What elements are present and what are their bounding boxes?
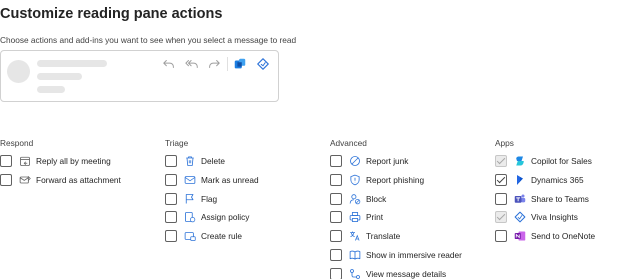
copilot-sales-icon: [516, 156, 524, 166]
apps-column: Copilot for Sales Dynamics 365 Share to …: [495, 154, 624, 248]
option-show-in-immersive-reader[interactable]: Show in immersive reader: [330, 248, 490, 267]
heading-apps: Apps: [495, 138, 514, 148]
option-label: Translate: [366, 231, 401, 242]
block-circle-icon: [350, 156, 360, 166]
option-label: Report junk: [366, 156, 409, 166]
immersive-reader-icon: [349, 250, 361, 260]
heading-respond: Respond: [0, 138, 34, 148]
toolbar-divider: [227, 57, 228, 71]
checkbox[interactable]: [165, 211, 177, 224]
option-label: Create rule: [201, 231, 243, 242]
option-label: Dynamics 365: [531, 174, 584, 185]
option-block[interactable]: Block: [330, 192, 490, 211]
teams-icon: [514, 194, 526, 203]
option-create-rule[interactable]: Create rule: [165, 229, 325, 248]
option-report-junk[interactable]: Report junk: [330, 154, 490, 173]
option-report-phishing[interactable]: Report phishing: [330, 173, 490, 192]
checkbox[interactable]: [330, 155, 342, 167]
checkbox-checked-disabled[interactable]: [495, 211, 507, 224]
option-dynamics-365[interactable]: Dynamics 365: [495, 173, 624, 192]
option-label: Print: [366, 212, 384, 223]
checkbox[interactable]: [330, 267, 342, 279]
reading-pane-preview: [0, 50, 279, 102]
subject-placeholder: [37, 73, 82, 80]
option-label: Share to Teams: [531, 193, 589, 204]
respond-column: Reply all by meeting Forward as attachme…: [0, 154, 160, 192]
trash-icon: [186, 156, 194, 166]
shield-icon: [350, 174, 360, 186]
page-subtitle: Choose actions and add-ins you want to s…: [0, 35, 297, 45]
checkbox-checked[interactable]: [495, 173, 507, 186]
reply-all-icon: [185, 60, 198, 68]
policy-icon: [185, 212, 196, 223]
option-share-to-teams[interactable]: Share to Teams: [495, 192, 624, 211]
option-label: Assign policy: [201, 212, 250, 223]
checkbox-checked-disabled[interactable]: [495, 155, 507, 167]
calendar-reply-icon: [20, 156, 30, 166]
block-person-icon: [349, 193, 361, 204]
checkbox[interactable]: [330, 248, 342, 261]
option-label: Show in immersive reader: [366, 249, 462, 260]
date-placeholder: [37, 86, 65, 93]
forward-icon: [209, 60, 220, 68]
onenote-icon: [514, 231, 526, 241]
printer-icon: [349, 212, 361, 223]
option-view-message-details[interactable]: View message details: [330, 267, 490, 279]
translate-icon: [350, 231, 360, 241]
option-label: Mark as unread: [201, 174, 259, 185]
option-delete[interactable]: Delete: [165, 154, 325, 173]
checkbox[interactable]: [495, 192, 507, 205]
sender-placeholder: [37, 60, 107, 67]
checkbox[interactable]: [165, 155, 177, 167]
teams-app-icon: [234, 58, 246, 69]
option-label: Delete: [201, 156, 225, 166]
heading-triage: Triage: [165, 138, 189, 148]
option-forward-as-attachment[interactable]: Forward as attachment: [0, 173, 160, 192]
flag-icon: [185, 193, 194, 204]
message-details-icon: [350, 268, 360, 279]
option-flag[interactable]: Flag: [165, 192, 325, 211]
undo-icon: [163, 60, 174, 68]
checkbox[interactable]: [0, 173, 12, 186]
checkbox[interactable]: [165, 192, 177, 205]
viva-insights-icon: [257, 58, 269, 70]
option-translate[interactable]: Translate: [330, 229, 490, 248]
rule-icon: [184, 232, 196, 242]
avatar-placeholder: [7, 60, 30, 83]
option-print[interactable]: Print: [330, 210, 490, 229]
checkbox[interactable]: [0, 155, 12, 167]
checkbox[interactable]: [330, 173, 342, 186]
viva-insights-icon: [514, 211, 526, 223]
option-send-to-onenote[interactable]: Send to OneNote: [495, 229, 624, 248]
option-viva-insights[interactable]: Viva Insights: [495, 210, 624, 229]
checkbox[interactable]: [330, 230, 342, 243]
option-assign-policy[interactable]: Assign policy: [165, 210, 325, 229]
envelope-icon: [184, 176, 196, 184]
advanced-column: Report junk Report phishing Block Print: [330, 154, 490, 279]
option-label: Reply all by meeting: [36, 156, 111, 166]
option-label: Report phishing: [366, 174, 425, 185]
option-label: Copilot for Sales: [531, 156, 592, 166]
checkbox[interactable]: [165, 230, 177, 243]
mail-attachment-icon: [19, 175, 31, 184]
checkbox[interactable]: [165, 173, 177, 186]
checkbox[interactable]: [495, 230, 507, 243]
option-label: Flag: [201, 193, 218, 204]
option-mark-as-unread[interactable]: Mark as unread: [165, 173, 325, 192]
option-label: Viva Insights: [531, 212, 578, 223]
dynamics-icon: [517, 174, 523, 185]
page-title: Customize reading pane actions: [0, 6, 223, 22]
option-label: View message details: [366, 268, 447, 279]
option-label: Send to OneNote: [531, 231, 596, 242]
option-reply-all-by-meeting[interactable]: Reply all by meeting: [0, 154, 160, 173]
checkbox[interactable]: [330, 192, 342, 205]
option-label: Block: [366, 193, 387, 204]
triage-column: Delete Mark as unread Flag Assign policy…: [165, 154, 325, 248]
checkbox[interactable]: [330, 211, 342, 224]
option-copilot-for-sales[interactable]: Copilot for Sales: [495, 154, 624, 173]
option-label: Forward as attachment: [36, 174, 121, 185]
heading-advanced: Advanced: [330, 138, 367, 148]
